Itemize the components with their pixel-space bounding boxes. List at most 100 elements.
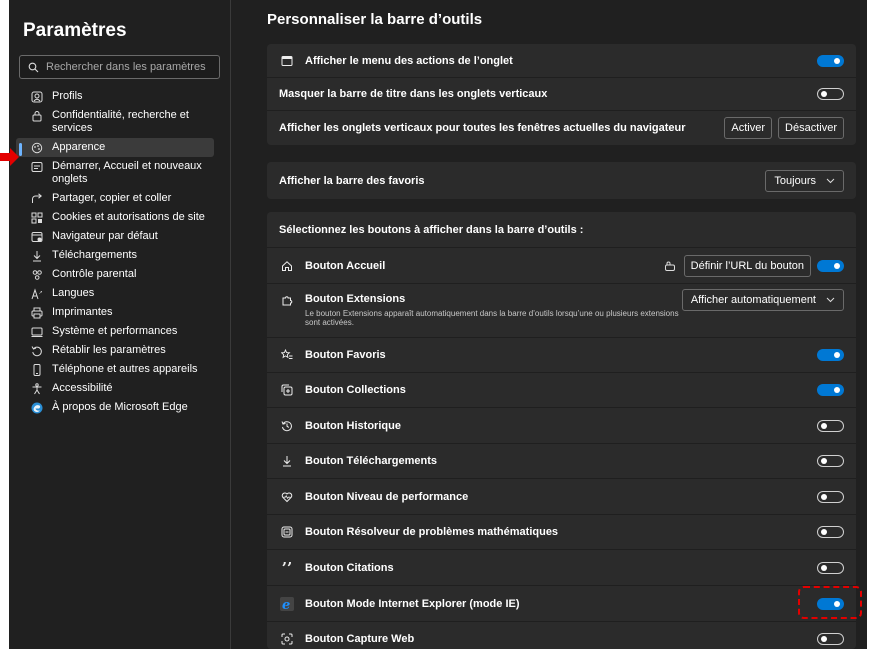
web-capture-button-row: Bouton Capture Web — [267, 621, 856, 649]
collections-button-toggle[interactable] — [817, 384, 844, 396]
home-button-toggle[interactable] — [817, 259, 844, 272]
appearance-icon — [30, 141, 44, 154]
highlight-annotation — [798, 586, 862, 619]
math-button-toggle[interactable] — [817, 526, 844, 538]
collections-icon — [279, 382, 295, 398]
phone-icon — [30, 363, 44, 376]
citations-button-toggle[interactable] — [817, 561, 844, 574]
download-icon — [30, 249, 44, 262]
history-button-toggle[interactable] — [817, 419, 844, 432]
sidebar-item-phone[interactable]: Téléphone et autres appareils — [16, 360, 214, 379]
chevron-down-icon — [826, 178, 835, 184]
performance-button-row: Bouton Niveau de performance — [267, 478, 856, 514]
math-solver-icon — [279, 524, 295, 540]
toolbar-buttons-card: Sélectionnez les boutons à afficher dans… — [267, 212, 856, 649]
buttons-section-row: Sélectionnez les boutons à afficher dans… — [267, 212, 856, 247]
svg-text:e: e — [282, 598, 290, 611]
svg-text:↗: ↗ — [39, 290, 43, 296]
sidebar: Paramètres Profils Confidentialité, rech… — [9, 0, 230, 649]
sidebar-item-label: Téléchargements — [52, 249, 137, 261]
sidebar-item-label: Système et performances — [52, 325, 178, 337]
citations-button-row: ’’ Bouton Citations — [267, 549, 856, 585]
downloads-button-toggle[interactable] — [817, 455, 844, 467]
tab-actions-row: Afficher le menu des actions de l’onglet — [267, 44, 856, 77]
system-icon — [30, 325, 44, 338]
sidebar-nav: Profils Confidentialité, recherche et se… — [16, 87, 230, 417]
extensions-button-row: Bouton Extensions Le bouton Extensions a… — [267, 283, 856, 337]
sidebar-item-default-browser[interactable]: Navigateur par défaut — [16, 227, 214, 246]
profile-icon — [30, 90, 44, 103]
favorites-button-toggle[interactable] — [817, 349, 844, 361]
accessibility-icon — [30, 382, 44, 395]
vertical-tabs-row: Afficher les onglets verticaux pour tout… — [267, 110, 856, 145]
set-url-button[interactable]: Définir l’URL du bouton — [683, 254, 811, 277]
web-capture-icon — [279, 631, 295, 647]
history-icon — [279, 418, 295, 434]
hide-title-bar-toggle[interactable] — [817, 88, 844, 100]
red-arrow-annotation — [0, 148, 19, 166]
sidebar-item-start[interactable]: Démarrer, Accueil et nouveaux onglets — [16, 157, 214, 189]
sidebar-item-label: Accessibilité — [52, 382, 113, 394]
default-browser-icon — [30, 230, 44, 243]
sidebar-item-languages[interactable]: ↗ Langues — [16, 284, 214, 303]
edge-logo-icon — [30, 401, 44, 414]
lock-icon — [30, 109, 44, 122]
sidebar-item-label: Contrôle parental — [52, 268, 137, 280]
sidebar-item-appearance[interactable]: Apparence — [16, 138, 214, 157]
sidebar-item-label: Profils — [52, 90, 83, 102]
sidebar-item-label: Rétablir les paramètres — [52, 344, 166, 356]
collections-button-row: Bouton Collections — [267, 372, 856, 407]
sidebar-item-label: Cookies et autorisations de site — [52, 211, 205, 223]
sidebar-item-privacy[interactable]: Confidentialité, recherche et services — [16, 106, 214, 138]
sidebar-item-family[interactable]: Contrôle parental — [16, 265, 214, 284]
page-title: Personnaliser la barre d’outils — [267, 11, 483, 28]
sidebar-item-cookies[interactable]: Cookies et autorisations de site — [16, 208, 214, 227]
extensions-button-label: Bouton Extensions — [305, 293, 406, 305]
language-icon: ↗ — [30, 287, 44, 300]
favorites-bar-card: Afficher la barre des favoris Toujours — [267, 162, 856, 199]
sidebar-item-share[interactable]: Partager, copier et coller — [16, 189, 214, 208]
cookies-icon — [30, 211, 44, 224]
sidebar-item-profiles[interactable]: Profils — [16, 87, 214, 106]
search-box[interactable] — [19, 55, 220, 79]
collections-button-label: Bouton Collections — [305, 384, 406, 396]
extensions-label-group: Bouton Extensions Le bouton Extensions a… — [305, 293, 682, 327]
sidebar-item-printers[interactable]: Imprimantes — [16, 303, 214, 322]
start-icon — [30, 160, 44, 173]
home-button-row: Bouton Accueil Définir l’URL du bouton — [267, 247, 856, 283]
web-capture-button-toggle[interactable] — [817, 632, 844, 645]
search-icon — [20, 62, 46, 73]
sidebar-item-label: Langues — [52, 287, 95, 299]
performance-button-label: Bouton Niveau de performance — [305, 490, 469, 503]
favorites-bar-label: Afficher la barre des favoris — [279, 174, 425, 187]
sidebar-item-label: Imprimantes — [52, 306, 113, 318]
tab-actions-toggle[interactable] — [817, 54, 844, 67]
sidebar-item-system[interactable]: Système et performances — [16, 322, 214, 341]
sidebar-item-label: Téléphone et autres appareils — [52, 363, 198, 375]
managed-icon — [664, 260, 676, 272]
family-icon — [30, 268, 44, 281]
performance-button-toggle[interactable] — [817, 490, 844, 503]
math-button-label: Bouton Résolveur de problèmes mathématiq… — [305, 526, 559, 538]
sidebar-item-downloads[interactable]: Téléchargements — [16, 246, 214, 265]
sidebar-item-label: Démarrer, Accueil et nouveaux onglets — [52, 160, 202, 185]
quote-icon: ’’ — [281, 558, 293, 577]
sidebar-item-about[interactable]: À propos de Microsoft Edge — [16, 398, 214, 417]
deactivate-button[interactable]: Désactiver — [778, 117, 844, 139]
sidebar-item-accessibility[interactable]: Accessibilité — [16, 379, 214, 398]
sidebar-item-label: Navigateur par défaut — [52, 230, 158, 242]
history-button-label: Bouton Historique — [305, 419, 401, 432]
favorites-bar-dropdown[interactable]: Toujours — [765, 169, 844, 192]
settings-title: Paramètres — [23, 20, 127, 41]
internet-explorer-icon: e — [279, 596, 295, 612]
extensions-description: Le bouton Extensions apparaît automatiqu… — [305, 309, 679, 327]
activate-button[interactable]: Activer — [724, 117, 773, 139]
ie-mode-button-row: e Bouton Mode Internet Explorer (mode IE… — [267, 585, 856, 621]
download-icon — [279, 453, 295, 469]
search-input[interactable] — [46, 61, 219, 73]
sidebar-item-reset[interactable]: Rétablir les paramètres — [16, 341, 214, 360]
sidebar-item-label: Partager, copier et coller — [52, 192, 172, 204]
favorites-icon — [279, 347, 295, 363]
tabs-settings-card: Afficher le menu des actions de l’onglet… — [267, 44, 856, 145]
extensions-dropdown[interactable]: Afficher automatiquement — [681, 289, 844, 311]
